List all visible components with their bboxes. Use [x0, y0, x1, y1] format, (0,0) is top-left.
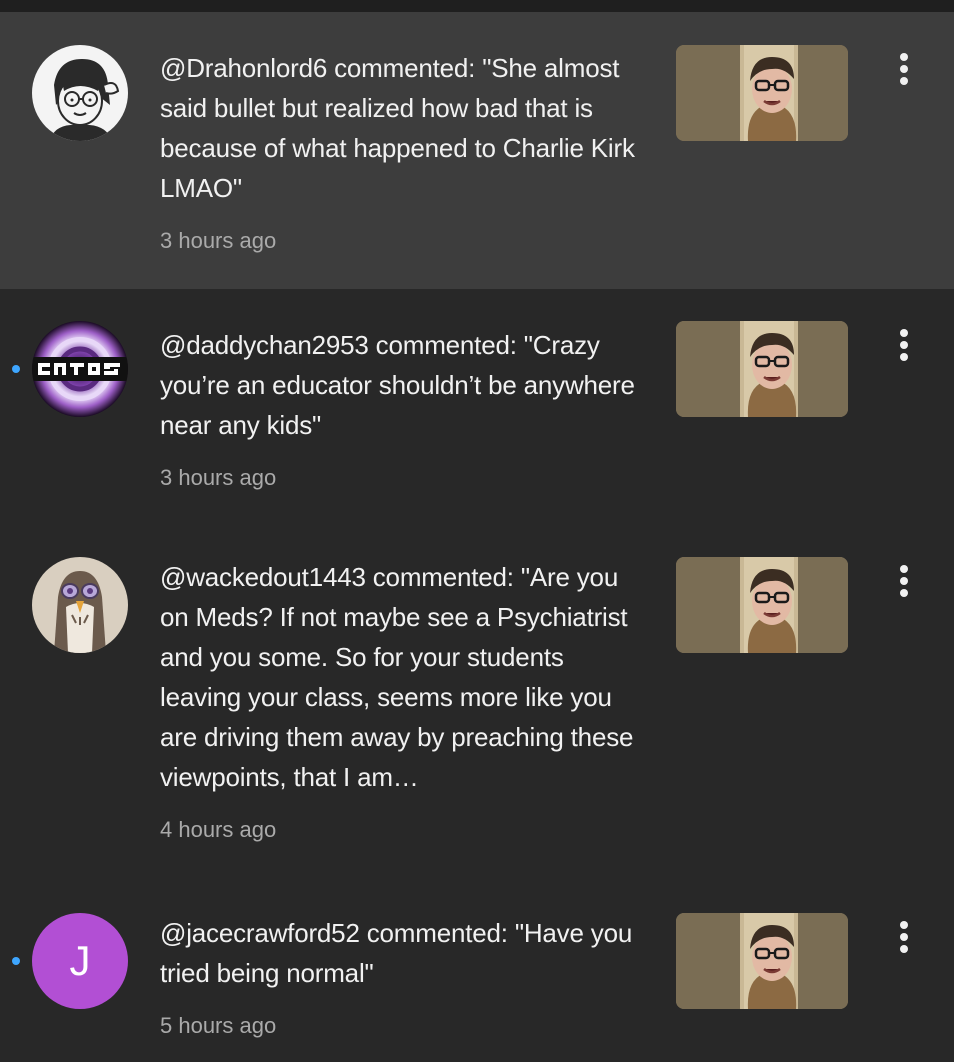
- video-thumbnail[interactable]: [676, 321, 848, 417]
- comment-text: @Drahonlord6 commented: "She almost said…: [160, 53, 635, 203]
- video-thumbnail[interactable]: [676, 913, 848, 1009]
- video-thumbnail[interactable]: [676, 557, 848, 653]
- notification-item[interactable]: J @jacecrawford52 commented: "Have you t…: [0, 897, 954, 1062]
- unread-indicator: [12, 957, 20, 965]
- notification-text: @jacecrawford52 commented: "Have you tri…: [160, 913, 650, 1039]
- avatar-letter: J: [69, 937, 91, 984]
- swirl-logo-avatar: [32, 321, 128, 417]
- notification-text: @wackedout1443 commented: "Are you on Me…: [160, 557, 650, 843]
- more-options-icon[interactable]: [888, 321, 920, 369]
- letter-avatar: J: [32, 913, 128, 1009]
- timestamp: 4 hours ago: [160, 817, 277, 842]
- owl-drawing-avatar: [32, 557, 128, 653]
- timestamp: 5 hours ago: [160, 1013, 277, 1038]
- more-options-icon[interactable]: [888, 557, 920, 605]
- more-options-icon[interactable]: [888, 913, 920, 961]
- top-border: [0, 0, 954, 12]
- notification-text: @Drahonlord6 commented: "She almost said…: [160, 48, 650, 254]
- comment-text: @daddychan2953 commented: "Crazy you’re …: [160, 330, 635, 440]
- video-thumbnail[interactable]: [676, 45, 848, 141]
- timestamp: 3 hours ago: [160, 465, 277, 490]
- comment-text: @jacecrawford52 commented: "Have you tri…: [160, 918, 633, 988]
- cartoon-face-avatar: [32, 45, 128, 141]
- more-options-icon[interactable]: [888, 45, 920, 93]
- notification-item[interactable]: @Drahonlord6 commented: "She almost said…: [0, 12, 954, 289]
- unread-indicator: [12, 365, 20, 373]
- notification-item[interactable]: @wackedout1443 commented: "Are you on Me…: [0, 545, 954, 897]
- notification-item[interactable]: @daddychan2953 commented: "Crazy you’re …: [0, 289, 954, 545]
- comment-text: @wackedout1443 commented: "Are you on Me…: [160, 562, 634, 792]
- notification-text: @daddychan2953 commented: "Crazy you’re …: [160, 325, 650, 491]
- timestamp: 3 hours ago: [160, 228, 277, 253]
